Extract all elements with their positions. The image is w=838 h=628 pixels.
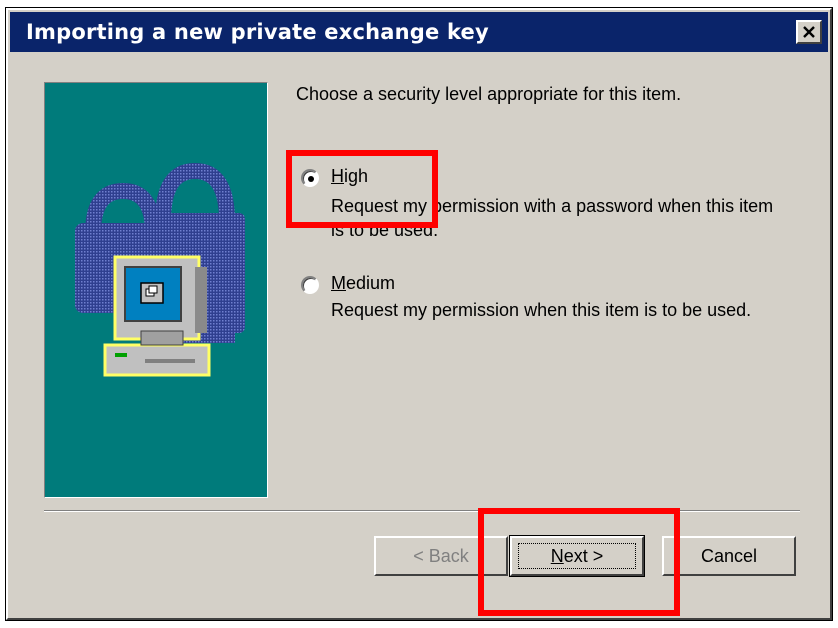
focus-rectangle (518, 543, 636, 569)
high-option-description: Request my permission with a password wh… (331, 196, 774, 240)
dialog-title: Importing a new private exchange key (26, 20, 489, 44)
cancel-button-label: Cancel (700, 545, 758, 566)
medium-option-description: Request my permission when this item is … (331, 300, 752, 320)
next-button[interactable]: Next > (509, 535, 645, 577)
medium-radio[interactable] (301, 276, 319, 294)
wizard-side-panel (44, 82, 268, 498)
high-option-label[interactable]: High (331, 166, 368, 187)
title-bar: Importing a new private exchange key (10, 12, 828, 52)
high-radio[interactable] (301, 169, 319, 187)
button-separator (44, 510, 800, 512)
close-button[interactable] (796, 20, 822, 44)
back-button-label: < Back (413, 545, 469, 566)
close-icon (803, 26, 815, 38)
instruction-text: Choose a security level appropriate for … (296, 84, 682, 104)
medium-option-label[interactable]: Medium (331, 273, 395, 294)
back-button[interactable]: < Back (374, 536, 508, 576)
cancel-button[interactable]: Cancel (662, 536, 796, 576)
computer-with-padlock-icon (75, 162, 245, 377)
